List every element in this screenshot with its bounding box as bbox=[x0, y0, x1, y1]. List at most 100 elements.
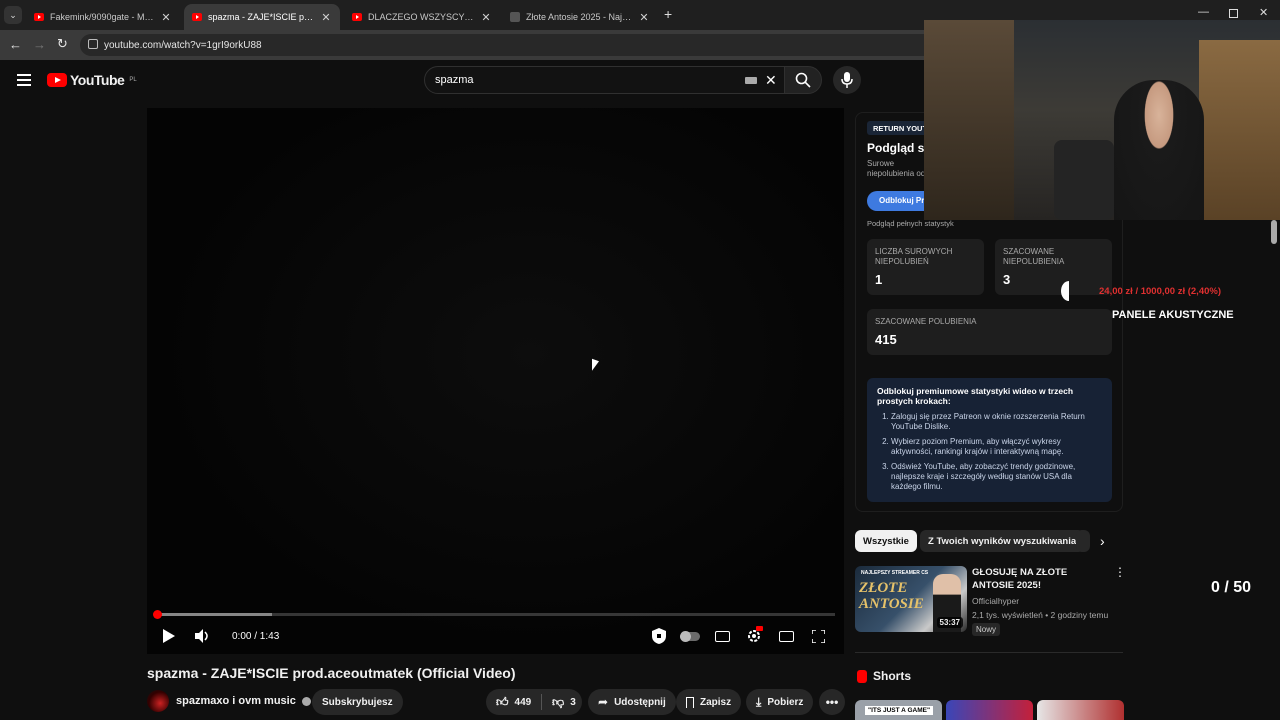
premium-heading: Odblokuj premiumowe statystyki wideo w t… bbox=[877, 386, 1074, 406]
chip-partial[interactable] bbox=[1076, 530, 1090, 552]
goal-counter: 0 / 50 bbox=[1211, 579, 1252, 596]
premium-step: Zaloguj się przez Patreon w oknie rozsze… bbox=[891, 412, 1102, 432]
video-player[interactable]: 0:00 / 1:43 bbox=[147, 108, 844, 654]
logo-text: YouTube bbox=[70, 72, 125, 88]
chip-from-search[interactable]: Z Twoich wyników wyszukiwania bbox=[920, 530, 1085, 552]
scrubber-handle[interactable] bbox=[153, 610, 162, 619]
adblock-shield-icon[interactable] bbox=[649, 626, 669, 646]
shorts-header: Shorts bbox=[857, 669, 911, 683]
progress-bar[interactable] bbox=[153, 610, 835, 619]
more-actions-button[interactable]: ••• bbox=[819, 689, 845, 715]
chip-all[interactable]: Wszystkie bbox=[855, 530, 917, 552]
short-thumbnail[interactable] bbox=[1037, 700, 1124, 720]
download-button[interactable]: ⤓ Pobierz bbox=[746, 689, 814, 715]
short-thumbnail[interactable] bbox=[946, 700, 1033, 720]
search-value: spazma bbox=[435, 74, 474, 86]
subtitles-button[interactable] bbox=[712, 626, 732, 646]
premium-step: Odśwież YouTube, aby zobaczyć trendy god… bbox=[891, 462, 1102, 492]
minimize-window-icon[interactable]: — bbox=[1198, 6, 1209, 18]
youtube-play-logo-icon bbox=[47, 73, 67, 87]
chip-label: Z Twoich wyników wyszukiwania bbox=[928, 535, 1077, 547]
url-field[interactable]: youtube.com/watch?v=1grI9orkU88 bbox=[80, 34, 940, 56]
theater-mode-button[interactable] bbox=[776, 626, 796, 646]
tab-title: Fakemink/9090gate - Medicine bbox=[50, 12, 154, 22]
channel-name[interactable]: spazmaxo i ovm music bbox=[176, 695, 311, 707]
volume-button[interactable] bbox=[193, 626, 213, 646]
close-tab-icon[interactable]: ✕ bbox=[638, 11, 650, 24]
recommended-thumbnail[interactable]: NAJLEPSZY STREAMER CS ZŁOTE ANTOSIE 53:3… bbox=[855, 566, 967, 632]
premium-step: Wybierz poziom Premium, aby włączyć wykr… bbox=[891, 437, 1102, 457]
thumbs-down-icon: 👎︎ bbox=[552, 694, 565, 709]
search-input[interactable]: spazma ✕ bbox=[424, 66, 786, 94]
recommended-channel[interactable]: Officialhyper bbox=[972, 596, 1019, 606]
fullscreen-icon bbox=[811, 629, 825, 643]
subtitles-icon bbox=[714, 630, 730, 642]
youtube-logo[interactable]: YouTube PL bbox=[47, 72, 137, 88]
fullscreen-button[interactable] bbox=[808, 626, 828, 646]
premium-steps-box: Odblokuj premiumowe statystyki wideo w t… bbox=[867, 378, 1112, 502]
est-dislikes-card: SZACOWANE NIEPOLUBIENIA 3 bbox=[995, 239, 1112, 295]
like-button[interactable]: 👍︎ 449 bbox=[486, 689, 542, 715]
restore-window-icon[interactable] bbox=[1229, 9, 1238, 18]
webcam-person bbox=[1114, 80, 1204, 220]
buffer-bar bbox=[157, 613, 273, 616]
premium-steps-list: Zaloguj się przez Patreon w oknie rozsze… bbox=[877, 412, 1102, 492]
forward-arrow-icon[interactable]: → bbox=[33, 37, 46, 52]
share-label: Udostępnij bbox=[614, 696, 666, 708]
duration-badge: 53:37 bbox=[936, 617, 963, 628]
mouse-cursor-icon bbox=[592, 358, 599, 374]
subscribe-button[interactable]: Subskrybujesz bbox=[312, 689, 403, 715]
share-arrow-icon: ➦ bbox=[598, 695, 609, 709]
settings-button[interactable] bbox=[744, 626, 764, 646]
play-icon bbox=[163, 629, 175, 643]
channel-avatar[interactable] bbox=[147, 690, 169, 712]
est-dislikes-label: SZACOWANE NIEPOLUBIENIA bbox=[1003, 247, 1065, 266]
share-button[interactable]: ➦ Udostępnij bbox=[588, 689, 676, 715]
tab-dlaczego[interactable]: DLACZEGO WSZYSCY KOCHAJĄ ✕ bbox=[344, 4, 500, 30]
voice-search-button[interactable] bbox=[833, 66, 861, 94]
more-horizontal-icon: ••• bbox=[825, 695, 839, 709]
save-button[interactable]: Zapisz bbox=[676, 689, 742, 715]
recommended-title[interactable]: GŁOSUJĘ NA ZŁOTE ANTOSIE 2025! bbox=[972, 566, 1107, 592]
page-scrollbar[interactable] bbox=[1271, 220, 1277, 244]
raw-dislikes-label: LICZBA SUROWYCH NIEPOLUBIEŃ bbox=[875, 247, 953, 266]
site-info-icon[interactable] bbox=[88, 39, 98, 49]
keyboard-icon[interactable] bbox=[745, 77, 757, 84]
close-tab-icon[interactable]: ✕ bbox=[480, 11, 492, 24]
tab-zlote-antosie[interactable]: Złote Antosie 2025 - Największ ✕ bbox=[502, 4, 658, 30]
webcam-chair bbox=[1054, 140, 1114, 220]
region-code: PL bbox=[129, 77, 137, 83]
recommended-more-icon[interactable]: ⋮ bbox=[1114, 566, 1126, 578]
close-tab-icon[interactable]: ✕ bbox=[320, 11, 332, 24]
dislike-button[interactable]: 👎︎ 3 bbox=[542, 689, 582, 715]
close-tab-icon[interactable]: ✕ bbox=[160, 11, 172, 24]
download-label: Pobierz bbox=[767, 696, 804, 708]
section-divider bbox=[855, 652, 1123, 653]
tab-title: Złote Antosie 2025 - Największ bbox=[526, 12, 632, 22]
close-window-icon[interactable]: ✕ bbox=[1259, 6, 1268, 19]
tab-fakemink[interactable]: Fakemink/9090gate - Medicine ✕ bbox=[26, 4, 180, 30]
reload-icon[interactable]: ↻ bbox=[57, 36, 68, 52]
ryd-description: Surowe niepolubienia od użytkowników roz… bbox=[867, 159, 926, 178]
volume-icon bbox=[195, 629, 208, 643]
hd-badge bbox=[756, 626, 763, 631]
tab-list-chevron-icon[interactable]: ⌄ bbox=[4, 6, 22, 24]
tab-spazma[interactable]: spazma - ZAJE*ISCIE prod.aceoutmatek ✕ bbox=[184, 4, 340, 30]
chip-label: Wszystkie bbox=[863, 535, 909, 547]
back-arrow-icon[interactable]: ← bbox=[9, 37, 22, 52]
clear-search-icon[interactable]: ✕ bbox=[765, 72, 777, 89]
autoplay-toggle[interactable] bbox=[679, 626, 701, 646]
search-button[interactable] bbox=[784, 66, 822, 94]
youtube-favicon-icon bbox=[192, 13, 202, 21]
est-likes-card: SZACOWANE POLUBIENIA 415 bbox=[867, 309, 1112, 355]
webcam-shelf bbox=[924, 20, 1014, 220]
search-icon bbox=[795, 72, 811, 88]
hamburger-menu-icon[interactable] bbox=[17, 74, 31, 86]
chips-next-chevron-icon[interactable]: › bbox=[1100, 533, 1105, 549]
new-tab-plus-icon[interactable]: + bbox=[664, 6, 672, 22]
play-button[interactable] bbox=[159, 626, 179, 646]
like-count: 449 bbox=[514, 696, 532, 708]
time-display: 0:00 / 1:43 bbox=[232, 630, 280, 642]
ryd-note: Podgląd pełnych statystyk bbox=[867, 219, 954, 228]
short-thumbnail[interactable]: "ITS JUST A GAME" bbox=[855, 700, 942, 720]
